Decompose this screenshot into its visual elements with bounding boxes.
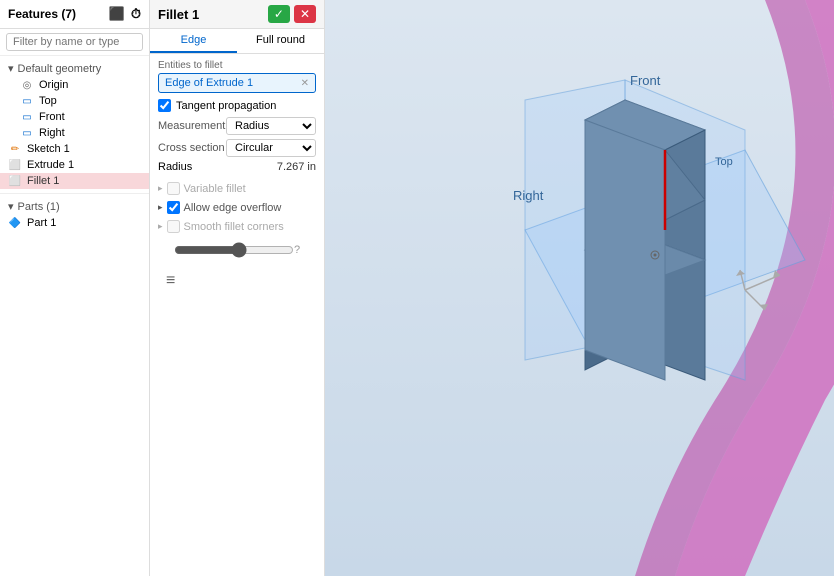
variable-fillet-checkbox[interactable] [167, 182, 180, 195]
parts-header[interactable]: ▾ Parts (1) [0, 198, 149, 215]
label-right: Right [513, 188, 544, 203]
origin-icon: ◎ [20, 80, 34, 91]
clock-icon[interactable]: ⏱ [131, 6, 141, 22]
chevron-down-icon: ▾ [8, 200, 14, 213]
tree-item-label: Extrude 1 [27, 159, 74, 171]
measurement-row: Measurement Radius [158, 117, 316, 135]
entity-box[interactable]: Edge of Extrude 1 ✕ [158, 73, 316, 93]
label-front: Front [630, 73, 661, 88]
tree-item-right[interactable]: ▭ Right [0, 125, 149, 141]
sketch-icon: ✏ [8, 144, 22, 155]
fillet-dialog: Fillet 1 ✓ ✕ Edge Full round Entities to… [150, 0, 325, 576]
panel-header: Features (7) ⬛ ⏱ [0, 0, 149, 29]
cross-section-label: Cross section [158, 142, 225, 154]
camera-icon[interactable]: ⬛ [109, 6, 125, 22]
allow-edge-overflow-checkbox[interactable] [167, 201, 180, 214]
chevron-down-icon: ▾ [8, 62, 14, 75]
fillet-icon: ⬜ [8, 176, 22, 187]
tree-item-fillet1[interactable]: ⬜ Fillet 1 [0, 173, 149, 189]
tree-item-top[interactable]: ▭ Top [0, 93, 149, 109]
tree-item-origin[interactable]: ◎ Origin [0, 77, 149, 93]
tree-item-label: Sketch 1 [27, 143, 70, 155]
variable-fillet-label: Variable fillet [184, 183, 246, 195]
section-label: Default geometry [18, 63, 102, 75]
filter-input[interactable] [6, 33, 143, 51]
smooth-fillet-corners-row[interactable]: ▸ Smooth fillet corners [158, 217, 316, 236]
tree-item-label: Origin [39, 79, 68, 91]
filter-bar [0, 29, 149, 56]
radius-label: Radius [158, 161, 192, 173]
tangent-propagation-label: Tangent propagation [176, 100, 276, 112]
panel-title-group: Features (7) [8, 7, 76, 21]
tab-edge[interactable]: Edge [150, 29, 237, 53]
feature-tree: ▾ Default geometry ◎ Origin ▭ Top ▭ Fron… [0, 56, 149, 576]
tangent-propagation-checkbox[interactable] [158, 99, 171, 112]
entities-label: Entities to fillet [158, 60, 316, 71]
dialog-header: Fillet 1 ✓ ✕ [150, 0, 324, 29]
3d-viewport[interactable]: Front Right Top [325, 0, 834, 576]
help-icon[interactable]: ? [294, 244, 300, 256]
entity-value: Edge of Extrude 1 [165, 77, 253, 89]
tree-item-extrude1[interactable]: ⬜ Extrude 1 [0, 157, 149, 173]
part-icon: 🔷 [8, 218, 22, 229]
parts-label: Parts (1) [18, 201, 60, 213]
features-panel: Features (7) ⬛ ⏱ ▾ Default geometry ◎ Or… [0, 0, 150, 576]
chevron-right-icon: ▸ [158, 183, 163, 194]
tangent-propagation-row: Tangent propagation [158, 99, 316, 112]
allow-edge-overflow-row[interactable]: ▸ Allow edge overflow [158, 198, 316, 217]
allow-edge-overflow-label: Allow edge overflow [184, 202, 282, 214]
tree-item-label: Part 1 [27, 217, 56, 229]
extrude-icon: ⬜ [8, 160, 22, 171]
notes-icon[interactable]: ≡ [158, 264, 316, 298]
tree-item-label: Top [39, 95, 57, 107]
plane-icon: ▭ [20, 112, 34, 123]
slider-container: ? [158, 236, 316, 264]
default-geometry-header[interactable]: ▾ Default geometry [0, 60, 149, 77]
entity-clear-icon[interactable]: ✕ [301, 78, 309, 89]
dialog-actions: ✓ ✕ [268, 5, 316, 23]
radius-row: Radius 7.267 in [158, 161, 316, 173]
tab-full-round[interactable]: Full round [237, 29, 324, 53]
measurement-select[interactable]: Radius [226, 117, 316, 135]
tree-item-label: Right [39, 127, 65, 139]
cross-section-row: Cross section Circular [158, 139, 316, 157]
tree-item-part1[interactable]: 🔷 Part 1 [0, 215, 149, 231]
cross-section-select[interactable]: Circular [226, 139, 316, 157]
variable-fillet-row[interactable]: ▸ Variable fillet [158, 179, 316, 198]
panel-header-icons: ⬛ ⏱ [109, 6, 141, 22]
plane-icon: ▭ [20, 96, 34, 107]
smooth-fillet-corners-label: Smooth fillet corners [184, 221, 284, 233]
tree-item-sketch1[interactable]: ✏ Sketch 1 [0, 141, 149, 157]
dialog-body: Entities to fillet Edge of Extrude 1 ✕ T… [150, 54, 324, 576]
label-top: Top [715, 156, 733, 168]
measurement-label: Measurement [158, 120, 225, 132]
tree-item-front[interactable]: ▭ Front [0, 109, 149, 125]
ok-button[interactable]: ✓ [268, 5, 290, 23]
radius-value: 7.267 in [277, 161, 316, 173]
panel-title: Features (7) [8, 7, 76, 21]
dialog-title: Fillet 1 [158, 7, 199, 22]
chevron-right-icon: ▸ [158, 202, 163, 213]
chevron-right-icon: ▸ [158, 221, 163, 232]
tree-item-label: Fillet 1 [27, 175, 59, 187]
plane-icon: ▭ [20, 128, 34, 139]
radius-slider[interactable] [174, 242, 294, 258]
viewport-canvas: Front Right Top [325, 0, 834, 576]
tab-bar: Edge Full round [150, 29, 324, 54]
cancel-button[interactable]: ✕ [294, 5, 316, 23]
tree-item-label: Front [39, 111, 65, 123]
smooth-fillet-corners-checkbox[interactable] [167, 220, 180, 233]
